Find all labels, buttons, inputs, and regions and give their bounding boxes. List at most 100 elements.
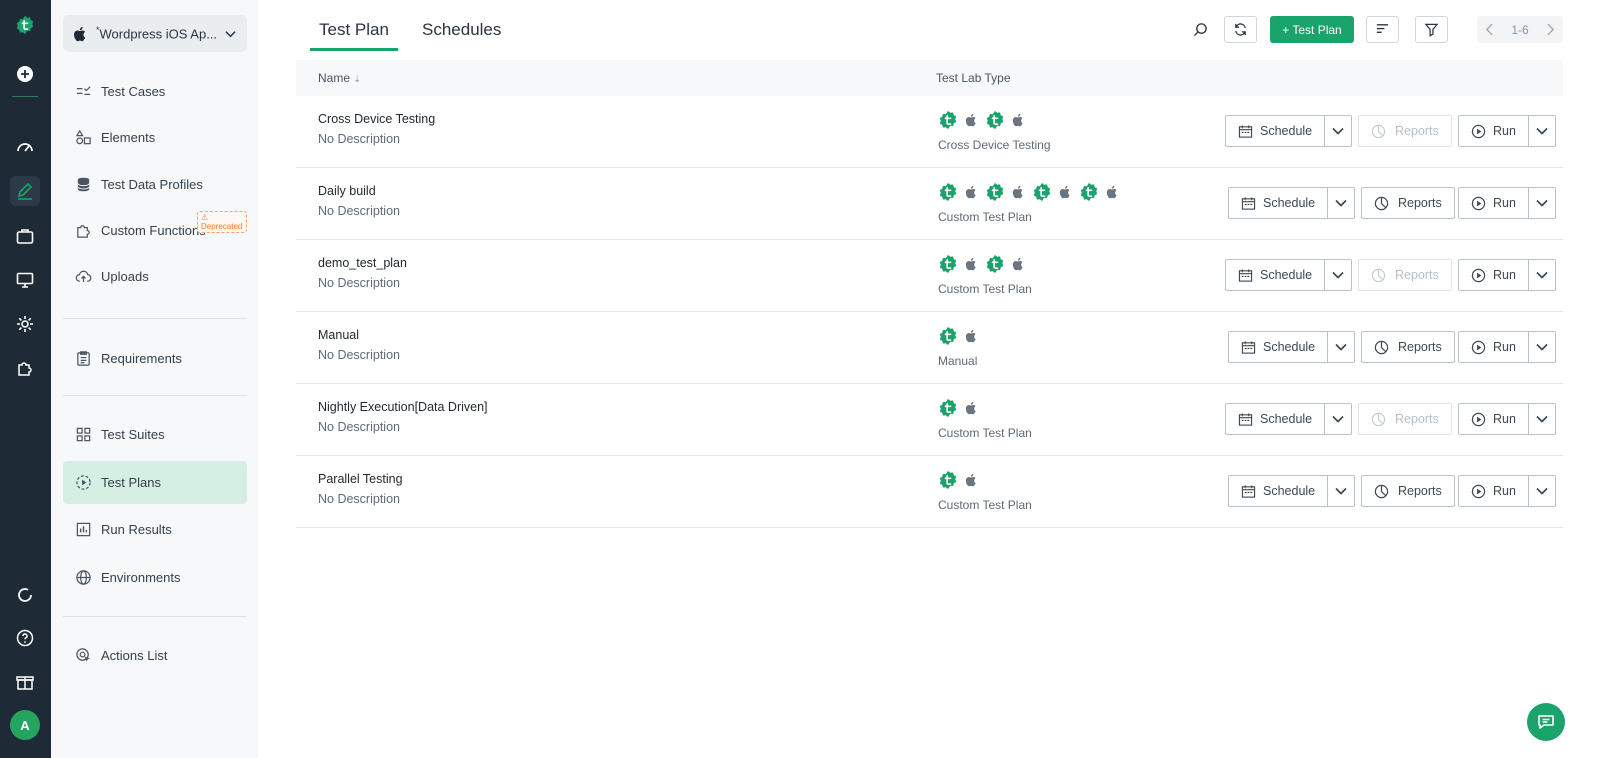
chevron-left-icon[interactable] <box>1485 23 1494 36</box>
sidebar-item-test-data-profiles[interactable]: Test Data Profiles <box>63 163 247 206</box>
plan-title[interactable]: Daily build <box>318 184 376 198</box>
run-split-button: Run <box>1458 187 1556 219</box>
chevron-down-icon <box>1536 271 1548 279</box>
android-cloud-icon <box>1033 182 1051 202</box>
schedule-dropdown[interactable] <box>1325 116 1351 146</box>
schedule-button[interactable]: Schedule <box>1226 116 1326 146</box>
chevron-down-icon <box>1536 343 1548 351</box>
sidebar-item-requirements[interactable]: Requirements <box>63 337 247 380</box>
play-icon <box>1471 412 1486 426</box>
run-dropdown[interactable] <box>1529 116 1555 146</box>
table-row[interactable]: Nightly Execution[Data Driven] No Descrip… <box>296 384 1563 456</box>
schedule-dropdown[interactable] <box>1325 260 1351 290</box>
project-selector[interactable]: *Wordpress iOS Ap... <box>63 15 247 52</box>
help-icon[interactable] <box>10 623 40 653</box>
schedule-button[interactable]: Schedule <box>1229 476 1329 506</box>
search-button[interactable] <box>1186 16 1214 43</box>
table-row[interactable]: demo_test_plan No Description Custom Test … <box>296 240 1563 312</box>
new-test-plan-button[interactable]: + Test Plan <box>1270 16 1354 43</box>
reports-button[interactable]: Reports <box>1361 475 1455 507</box>
plan-description: No Description <box>318 420 400 434</box>
sidebar-item-custom-functions[interactable]: Custom Functions ⚠ Deprecated <box>63 209 247 252</box>
run-button[interactable]: Run <box>1459 476 1529 506</box>
plugin-icon[interactable] <box>10 353 40 383</box>
run-button[interactable]: Run <box>1459 404 1529 434</box>
table-row[interactable]: Parallel Testing No Description Custom Tes… <box>296 456 1563 528</box>
sidebar-item-elements[interactable]: Elements <box>63 116 247 159</box>
table-row[interactable]: Cross Device Testing No Description Cross … <box>296 96 1563 168</box>
reports-button[interactable]: Reports <box>1361 331 1455 363</box>
apple-icon <box>1106 185 1117 199</box>
schedule-button[interactable]: Schedule <box>1226 404 1326 434</box>
column-name[interactable]: Name ⇣ <box>318 71 361 85</box>
calendar-icon <box>1238 412 1253 426</box>
schedule-dropdown[interactable] <box>1328 188 1354 218</box>
reports-button[interactable]: Reports <box>1358 259 1452 291</box>
reports-button[interactable]: Reports <box>1358 115 1452 147</box>
chevron-right-icon[interactable] <box>1546 23 1555 36</box>
avatar[interactable]: A <box>10 710 40 740</box>
filter-button[interactable] <box>1415 16 1448 43</box>
plan-description: No Description <box>318 276 400 290</box>
play-circle-icon <box>76 475 91 490</box>
dashboard-icon[interactable] <box>10 132 40 162</box>
run-dropdown[interactable] <box>1529 188 1555 218</box>
pie-chart-icon <box>1371 124 1386 138</box>
briefcase-icon[interactable] <box>10 221 40 251</box>
sort-button[interactable] <box>1366 16 1399 43</box>
pie-chart-icon <box>1371 268 1386 282</box>
table-row[interactable]: Daily build No Description Custom Test Pla… <box>296 168 1563 240</box>
add-icon[interactable] <box>10 59 40 89</box>
reports-button[interactable]: Reports <box>1361 187 1455 219</box>
table-row[interactable]: Manual No Description Manual Schedule Report… <box>296 312 1563 384</box>
sync-status-icon[interactable] <box>10 580 40 610</box>
run-dropdown[interactable] <box>1529 404 1555 434</box>
cloud-upload-icon <box>75 270 92 283</box>
run-dropdown[interactable] <box>1529 476 1555 506</box>
refresh-icon <box>1235 23 1246 36</box>
sidebar-item-label: Elements <box>101 130 156 145</box>
plan-title[interactable]: demo_test_plan <box>318 256 407 270</box>
sidebar-item-test-suites[interactable]: Test Suites <box>63 413 247 456</box>
edit-icon[interactable] <box>10 176 40 206</box>
android-cloud-icon <box>939 110 957 130</box>
chat-icon <box>1538 715 1554 729</box>
run-dropdown[interactable] <box>1529 260 1555 290</box>
refresh-button[interactable] <box>1224 16 1257 43</box>
monitor-icon[interactable] <box>10 265 40 295</box>
apple-icon <box>1012 113 1023 127</box>
plan-title[interactable]: Nightly Execution[Data Driven] <box>318 400 488 414</box>
sidebar-item-uploads[interactable]: Uploads <box>63 255 247 298</box>
sidebar-item-test-plans[interactable]: Test Plans <box>63 461 247 504</box>
app-logo-icon[interactable] <box>10 10 40 40</box>
settings-icon[interactable] <box>10 309 40 339</box>
schedule-dropdown[interactable] <box>1328 332 1354 362</box>
sidebar-item-actions-list[interactable]: Actions List <box>63 634 247 677</box>
schedule-dropdown[interactable] <box>1325 404 1351 434</box>
run-dropdown[interactable] <box>1529 332 1555 362</box>
schedule-button[interactable]: Schedule <box>1226 260 1326 290</box>
schedule-split-button: Schedule <box>1225 259 1353 291</box>
plan-title[interactable]: Parallel Testing <box>318 472 403 486</box>
schedule-dropdown[interactable] <box>1328 476 1354 506</box>
puzzle-icon <box>77 225 90 238</box>
run-button[interactable]: Run <box>1459 260 1529 290</box>
run-split-button: Run <box>1458 475 1556 507</box>
schedule-split-button: Schedule <box>1228 475 1356 507</box>
schedule-button[interactable]: Schedule <box>1229 332 1329 362</box>
tab-test-plan[interactable]: Test Plan <box>310 20 398 51</box>
sidebar-item-run-results[interactable]: Run Results <box>63 508 247 551</box>
run-button[interactable]: Run <box>1459 332 1529 362</box>
plan-title[interactable]: Manual <box>318 328 359 342</box>
plan-title[interactable]: Cross Device Testing <box>318 112 435 126</box>
reports-button[interactable]: Reports <box>1358 403 1452 435</box>
run-button[interactable]: Run <box>1459 188 1529 218</box>
sidebar-item-test-cases[interactable]: Test Cases <box>63 70 247 113</box>
run-split-button: Run <box>1458 331 1556 363</box>
gift-icon[interactable] <box>10 667 40 697</box>
run-button[interactable]: Run <box>1459 116 1529 146</box>
sidebar-item-environments[interactable]: Environments <box>63 556 247 599</box>
schedule-button[interactable]: Schedule <box>1229 188 1329 218</box>
chat-button[interactable] <box>1527 703 1565 741</box>
tab-schedules[interactable]: Schedules <box>422 20 501 40</box>
